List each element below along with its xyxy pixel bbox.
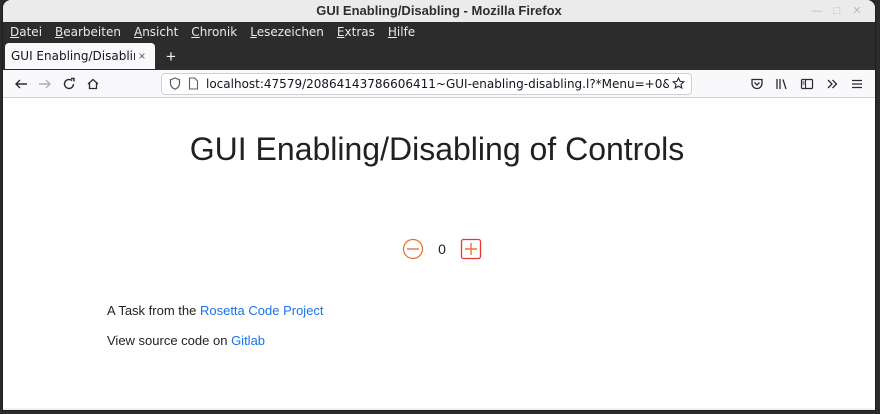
menu-hilfe[interactable]: Hilfe (388, 25, 415, 39)
shield-icon[interactable] (166, 75, 184, 93)
tab-gui-enabling[interactable]: GUI Enabling/Disabling × (5, 43, 155, 69)
reload-icon[interactable] (57, 72, 81, 96)
page-title: GUI Enabling/Disabling of Controls (189, 131, 685, 167)
menu-ansicht[interactable]: Ansicht (134, 25, 178, 39)
menu-bearbeiten[interactable]: Bearbeiten (55, 25, 121, 39)
url-text[interactable]: localhost:47579/20864143786606411~GUI-en… (206, 77, 669, 91)
task-prefix: A Task from the (107, 303, 200, 318)
navigation-toolbar: localhost:47579/20864143786606411~GUI-en… (3, 70, 875, 98)
new-tab-button[interactable]: + (157, 44, 185, 70)
sidebar-icon[interactable] (794, 72, 819, 96)
tab-title: GUI Enabling/Disabling (11, 49, 135, 63)
counter-value: 0 (438, 241, 446, 257)
tab-bar: GUI Enabling/Disabling × + (3, 42, 875, 70)
minimize-icon[interactable]: — (811, 5, 823, 17)
home-icon[interactable] (81, 72, 105, 96)
source-line: View source code on Gitlab (107, 333, 265, 348)
title-bar: GUI Enabling/Disabling - Mozilla Firefox… (3, 0, 875, 22)
close-window-icon[interactable]: ✕ (851, 5, 863, 17)
increment-button[interactable] (460, 238, 482, 260)
url-bar[interactable]: localhost:47579/20864143786606411~GUI-en… (161, 72, 692, 95)
forward-icon[interactable] (33, 72, 57, 96)
menu-bar: Datei Bearbeiten Ansicht Chronik Lesezei… (3, 22, 875, 42)
menu-extras[interactable]: Extras (337, 25, 375, 39)
menu-chronik[interactable]: Chronik (191, 25, 237, 39)
decrement-button[interactable] (402, 238, 424, 260)
page-content: GUI Enabling/Disabling of Controls 0 A T… (3, 98, 875, 408)
gitlab-link[interactable]: Gitlab (231, 333, 265, 348)
counter-control: 0 (402, 238, 482, 260)
pocket-icon[interactable] (744, 72, 769, 96)
source-prefix: View source code on (107, 333, 232, 348)
bookmark-star-icon[interactable] (669, 75, 687, 93)
back-icon[interactable] (9, 72, 33, 96)
library-icon[interactable] (769, 72, 794, 96)
rosetta-code-link[interactable]: Rosetta Code Project (200, 303, 324, 318)
overflow-chevron-icon[interactable] (819, 72, 844, 96)
menu-datei[interactable]: Datei (10, 25, 42, 39)
maximize-icon[interactable]: □ (831, 5, 843, 17)
menu-lesezeichen[interactable]: Lesezeichen (250, 25, 324, 39)
toolbar-right (744, 72, 869, 96)
tab-close-icon[interactable]: × (135, 49, 149, 63)
browser-window: GUI Enabling/Disabling - Mozilla Firefox… (3, 0, 875, 410)
window-title: GUI Enabling/Disabling - Mozilla Firefox (316, 3, 562, 18)
page-icon[interactable] (184, 75, 202, 93)
hamburger-menu-icon[interactable] (844, 72, 869, 96)
task-line: A Task from the Rosetta Code Project (107, 303, 324, 318)
